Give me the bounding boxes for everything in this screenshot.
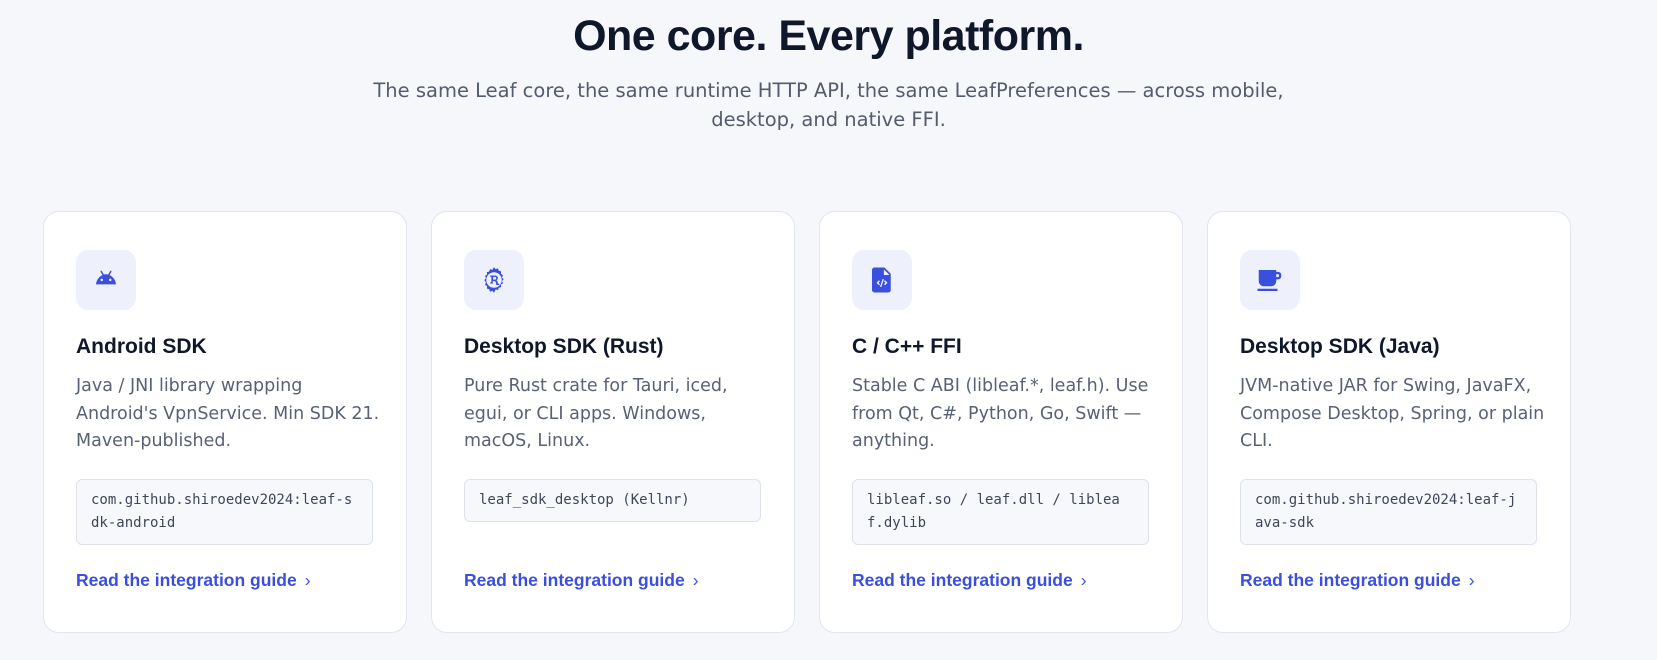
chevron-right-icon: ›: [304, 570, 311, 590]
link-label: Read the integration guide: [852, 570, 1073, 590]
rust-icon: [464, 250, 524, 310]
package-code: com.github.shiroedev2024:leaf-java-sdk: [1240, 479, 1537, 545]
chevron-right-icon: ›: [1080, 570, 1087, 590]
card-description: Java / JNI library wrapping Android's Vp…: [76, 376, 380, 451]
coffee-cup-icon: [1240, 250, 1300, 310]
android-icon: [76, 250, 136, 310]
integration-guide-link[interactable]: Read the integration guide ›: [1240, 568, 1475, 592]
link-label: Read the integration guide: [464, 570, 685, 590]
card-description: Stable C ABI (libleaf.*, leaf.h). Use fr…: [852, 376, 1149, 451]
card-desktop-sdk-java: Desktop SDK (Java) JVM-native JAR for Sw…: [1207, 211, 1571, 633]
link-label: Read the integration guide: [76, 570, 297, 590]
integration-guide-link[interactable]: Read the integration guide ›: [464, 568, 699, 592]
integration-guide-link[interactable]: Read the integration guide ›: [852, 568, 1087, 592]
card-description: Pure Rust crate for Tauri, iced, egui, o…: [464, 376, 728, 451]
page-title: One core. Every platform.: [573, 12, 1084, 60]
package-code: leaf_sdk_desktop (Kellnr): [464, 479, 761, 522]
integration-guide-link[interactable]: Read the integration guide ›: [76, 568, 311, 592]
chevron-right-icon: ›: [692, 570, 699, 590]
link-label: Read the integration guide: [1240, 570, 1461, 590]
package-code: com.github.shiroedev2024:leaf-sdk-androi…: [76, 479, 373, 545]
card-description: JVM-native JAR for Swing, JavaFX, Compos…: [1240, 376, 1545, 451]
page-subtitle: The same Leaf core, the same runtime HTT…: [373, 79, 1284, 131]
card-title: Android SDK: [76, 335, 207, 358]
card-desktop-sdk-rust: Desktop SDK (Rust) Pure Rust crate for T…: [431, 211, 795, 633]
card-android-sdk: Android SDK Java / JNI library wrapping …: [43, 211, 407, 633]
package-code: libleaf.so / leaf.dll / libleaf.dylib: [852, 479, 1149, 545]
card-title: C / C++ FFI: [852, 335, 962, 358]
card-title: Desktop SDK (Java): [1240, 335, 1440, 358]
card-title: Desktop SDK (Rust): [464, 335, 664, 358]
card-c-cpp-ffi: C / C++ FFI Stable C ABI (libleaf.*, lea…: [819, 211, 1183, 633]
code-file-icon: [852, 250, 912, 310]
chevron-right-icon: ›: [1468, 570, 1475, 590]
